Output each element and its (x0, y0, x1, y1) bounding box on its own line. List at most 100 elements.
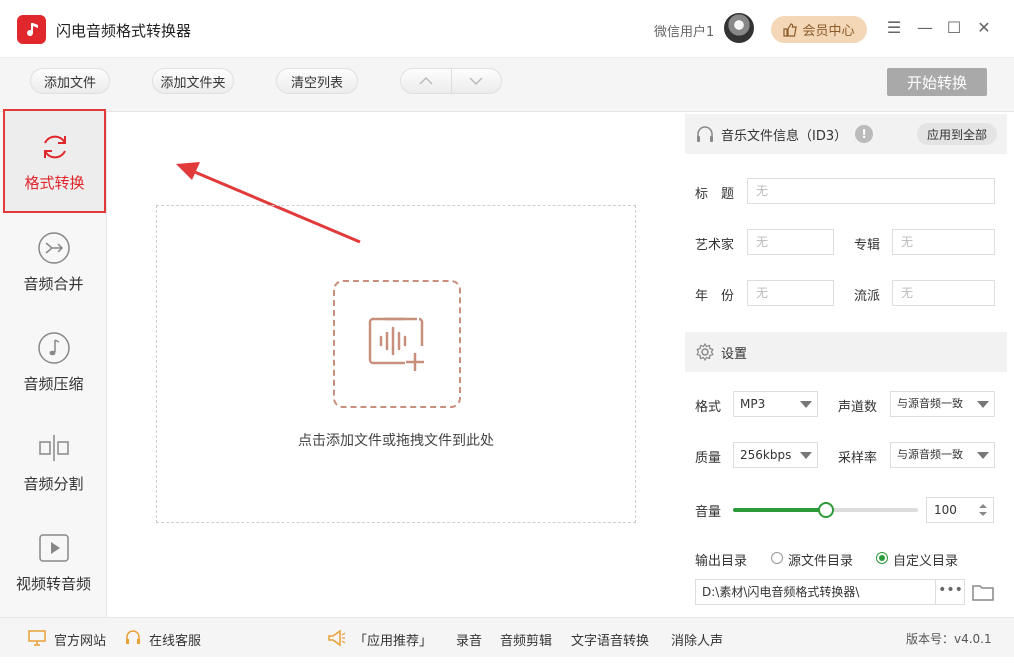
samplerate-label: 采样率 (838, 451, 878, 466)
remove-vocal-link[interactable]: 消除人声 (671, 630, 723, 649)
album-field[interactable]: 无 (892, 229, 995, 255)
sidebar-item-label: 格式转换 (24, 173, 85, 192)
avatar[interactable] (724, 13, 754, 43)
audio-edit-link[interactable]: 音频剪辑 (500, 630, 552, 649)
move-up-button[interactable] (401, 69, 452, 93)
info-icon[interactable]: ! (855, 125, 874, 143)
year-field[interactable]: 无 (747, 280, 834, 306)
genre-field[interactable]: 无 (892, 280, 995, 306)
music-note-icon (37, 331, 70, 364)
chevron-down-icon (800, 452, 812, 459)
format-select[interactable]: MP3 (733, 391, 818, 417)
file-drop-area[interactable]: 点击添加文件或拖拽文件到此处 (156, 205, 636, 523)
stepper-arrows-icon[interactable] (978, 503, 988, 517)
year-label: 年 份 (695, 289, 735, 304)
chevron-up-icon (419, 76, 433, 85)
volume-slider-handle[interactable] (818, 502, 834, 518)
headset-icon (126, 630, 140, 644)
volume-label: 音量 (695, 505, 722, 520)
official-website-link[interactable]: 官方网站 (54, 630, 106, 649)
output-dir-label: 输出目录 (695, 554, 748, 569)
add-audio-button[interactable] (333, 280, 461, 408)
channels-select[interactable]: 与源音频一致 (890, 391, 995, 417)
move-buttons (400, 68, 502, 94)
custom-dir-radio[interactable] (876, 552, 888, 564)
chevron-down-icon (469, 77, 483, 86)
chevron-down-icon (800, 401, 812, 408)
close-icon[interactable]: ✕ (974, 17, 994, 39)
output-path-value: D:\素材\闪电音频格式转换器\ (702, 585, 860, 599)
volume-slider[interactable] (733, 502, 918, 518)
source-dir-label[interactable]: 源文件目录 (788, 550, 853, 569)
move-down-button[interactable] (452, 69, 502, 93)
samplerate-value: 与源音频一致 (897, 448, 963, 461)
settings-header-label: 设置 (721, 346, 748, 362)
channels-label: 声道数 (838, 400, 878, 415)
chevron-down-icon (977, 401, 989, 408)
start-convert-button[interactable]: 开始转换 (887, 68, 987, 96)
output-path-field[interactable]: D:\素材\闪电音频格式转换器\ (695, 579, 965, 605)
title-field[interactable]: 无 (747, 178, 995, 204)
right-panel: 音乐文件信息（ID3） ! 应用到全部 标 题 无 艺术家 无 专辑 无 年 份… (685, 112, 1007, 617)
title-bar: 闪电音频格式转换器 微信用户1 会员中心 ☰ — ☐ ✕ (0, 0, 1014, 58)
sidebar-item-label: 音频分割 (23, 474, 84, 493)
vip-label: 会员中心 (802, 24, 855, 39)
title-label: 标 题 (695, 187, 735, 202)
genre-label: 流派 (854, 289, 881, 304)
sidebar-item-audio-split[interactable]: 音频分割 (0, 412, 107, 512)
merge-icon (37, 231, 70, 264)
version-label: 版本号：v4.0.1 (906, 632, 992, 646)
status-bar: 官方网站 在线客服 「应用推荐」 录音 音频剪辑 文字语音转换 消除人声 版本号… (0, 617, 1014, 657)
volume-slider-fill (733, 508, 826, 512)
sidebar-item-label: 音频压缩 (23, 374, 84, 393)
sidebar-item-video-to-audio[interactable]: 视频转音频 (0, 512, 107, 612)
volume-stepper[interactable]: 100 (926, 497, 994, 523)
format-label: 格式 (695, 400, 722, 415)
sidebar: 格式转换 音频合并 音频压缩 音频分割 视频转音频 (0, 109, 107, 617)
refresh-icon (43, 135, 66, 158)
quality-label: 质量 (695, 451, 722, 466)
sidebar-item-audio-compress[interactable]: 音频压缩 (0, 312, 107, 412)
artist-label: 艺术家 (695, 238, 735, 253)
chevron-down-icon (977, 452, 989, 459)
folder-icon[interactable] (971, 582, 995, 602)
record-link[interactable]: 录音 (456, 630, 482, 649)
settings-section-header: 设置 (685, 332, 1007, 372)
thumb-up-icon (783, 22, 798, 37)
id3-section-header: 音乐文件信息（ID3） ! 应用到全部 (685, 114, 1007, 154)
quality-value: 256kbps (740, 448, 792, 462)
volume-value: 100 (934, 503, 957, 517)
menu-icon[interactable]: ☰ (884, 17, 904, 39)
maximize-icon[interactable]: ☐ (944, 17, 964, 39)
add-folder-button[interactable]: 添加文件夹 (152, 68, 234, 94)
minimize-icon[interactable]: — (915, 17, 935, 39)
quality-select[interactable]: 256kbps (733, 442, 818, 468)
sidebar-item-label: 视频转音频 (15, 574, 91, 593)
custom-dir-label[interactable]: 自定义目录 (893, 550, 958, 569)
drop-hint: 点击添加文件或拖拽文件到此处 (298, 433, 494, 449)
monitor-icon (28, 630, 46, 646)
headphones-icon (697, 126, 713, 142)
artist-field[interactable]: 无 (747, 229, 834, 255)
video-play-icon (38, 533, 69, 562)
user-name[interactable]: 微信用户1 (654, 21, 714, 40)
sidebar-item-format-convert[interactable]: 格式转换 (3, 109, 106, 213)
app-recommend-label: 「应用推荐」 (354, 634, 433, 649)
online-support-link[interactable]: 在线客服 (149, 630, 201, 649)
channels-value: 与源音频一致 (897, 397, 963, 410)
gear-icon (696, 342, 714, 362)
browse-button[interactable]: ••• (935, 579, 965, 605)
split-icon (38, 434, 69, 461)
sidebar-item-audio-merge[interactable]: 音频合并 (0, 212, 107, 312)
sidebar-item-label: 音频合并 (23, 274, 84, 293)
apply-all-button[interactable]: 应用到全部 (917, 123, 997, 145)
id3-header-label: 音乐文件信息（ID3） (721, 128, 848, 144)
add-file-button[interactable]: 添加文件 (30, 68, 110, 94)
tts-link[interactable]: 文字语音转换 (571, 630, 649, 649)
samplerate-select[interactable]: 与源音频一致 (890, 442, 995, 468)
app-logo-icon (17, 15, 46, 44)
clear-list-button[interactable]: 清空列表 (276, 68, 358, 94)
source-dir-radio[interactable] (771, 552, 783, 564)
format-value: MP3 (740, 397, 766, 411)
vip-center-button[interactable]: 会员中心 (771, 16, 867, 43)
